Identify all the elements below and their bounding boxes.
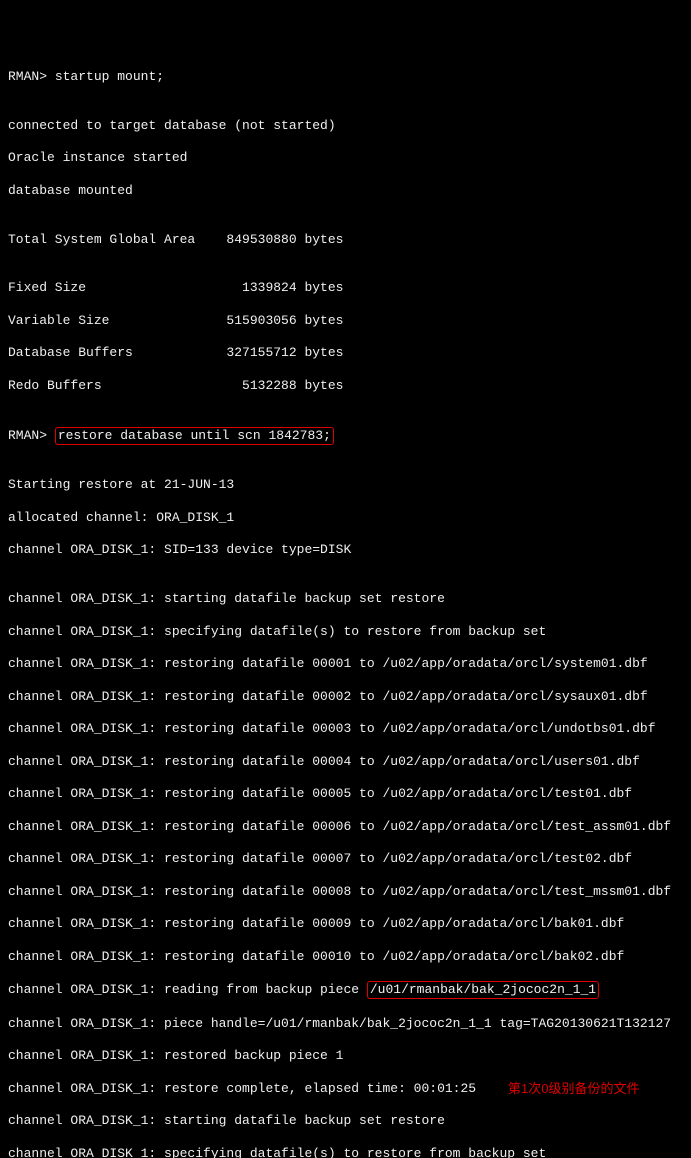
sga-variable: Variable Size 515903056 bytes [8,313,683,329]
restore-line: channel ORA_DISK_1: restoring datafile 0… [8,721,683,737]
restore-line: channel ORA_DISK_1: restoring datafile 0… [8,656,683,672]
restore-line: channel ORA_DISK_1: restored backup piec… [8,1048,683,1064]
restore-complete-1: channel ORA_DISK_1: restore complete, el… [8,1081,476,1096]
restore-line: channel ORA_DISK_1: restoring datafile 0… [8,916,683,932]
restore-line: channel ORA_DISK_1: piece handle=/u01/rm… [8,1016,683,1032]
channel-sid: channel ORA_DISK_1: SID=133 device type=… [8,542,683,558]
restore-line: channel ORA_DISK_1: specifying datafile(… [8,1146,683,1158]
cmd-startup: startup mount; [55,69,164,84]
restore-piece-1: channel ORA_DISK_1: reading from backup … [8,981,683,999]
cmd-restore: restore database until scn 1842783; [58,428,331,443]
conn-line-3: database mounted [8,183,683,199]
rman-prompt: RMAN> [8,69,47,84]
piece-prefix: channel ORA_DISK_1: reading from backup … [8,982,367,997]
restore-line: channel ORA_DISK_1: restoring datafile 0… [8,689,683,705]
sga-fixed: Fixed Size 1339824 bytes [8,280,683,296]
restore-line: channel ORA_DISK_1: restore complete, el… [8,1081,683,1097]
conn-line-1: connected to target database (not starte… [8,118,683,134]
backup-piece-1-box: /u01/rmanbak/bak_2jococ2n_1_1 [367,981,599,999]
conn-line-2: Oracle instance started [8,150,683,166]
restore-line: channel ORA_DISK_1: restoring datafile 0… [8,819,683,835]
sga-dbbuf: Database Buffers 327155712 bytes [8,345,683,361]
prompt-line-2: RMAN> restore database until scn 1842783… [8,427,683,445]
prompt-line-1: RMAN> startup mount; [8,69,683,85]
restore-start: Starting restore at 21-JUN-13 [8,477,683,493]
annotation-1: 第1次0级别备份的文件 [508,1081,639,1097]
restore-line: channel ORA_DISK_1: restoring datafile 0… [8,949,683,965]
restore-line: channel ORA_DISK_1: restoring datafile 0… [8,754,683,770]
sga-redo: Redo Buffers 5132288 bytes [8,378,683,394]
restore-line: channel ORA_DISK_1: specifying datafile(… [8,624,683,640]
alloc-channel: allocated channel: ORA_DISK_1 [8,510,683,526]
restore-line: channel ORA_DISK_1: starting datafile ba… [8,591,683,607]
restore-line: channel ORA_DISK_1: starting datafile ba… [8,1113,683,1129]
sga-total: Total System Global Area 849530880 bytes [8,232,683,248]
restore-line: channel ORA_DISK_1: restoring datafile 0… [8,851,683,867]
restore-line: channel ORA_DISK_1: restoring datafile 0… [8,786,683,802]
restore-line: channel ORA_DISK_1: restoring datafile 0… [8,884,683,900]
backup-piece-1: /u01/rmanbak/bak_2jococ2n_1_1 [370,982,596,997]
cmd-restore-box: restore database until scn 1842783; [55,427,334,445]
rman-prompt: RMAN> [8,428,47,443]
